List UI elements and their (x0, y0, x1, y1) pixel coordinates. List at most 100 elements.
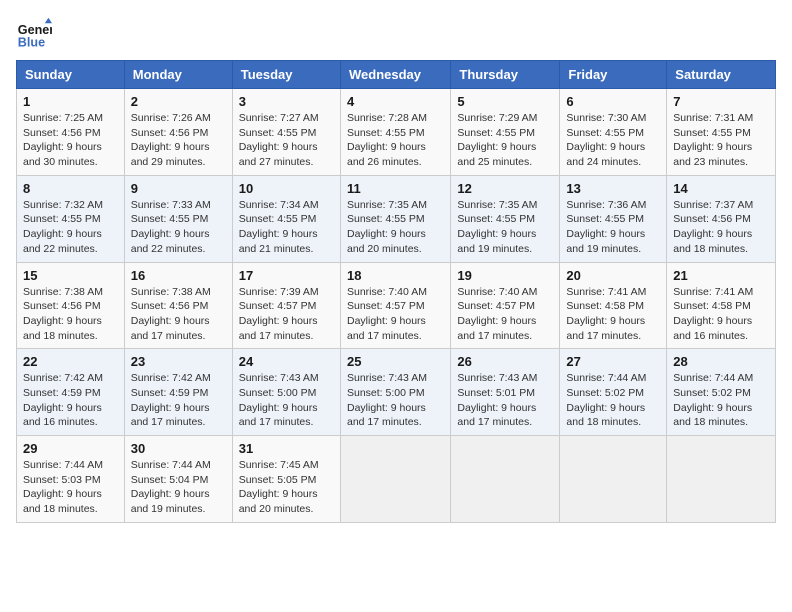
calendar-cell (340, 436, 450, 523)
day-info: Sunrise: 7:28 AMSunset: 4:55 PMDaylight:… (347, 111, 444, 170)
calendar-cell: 17 Sunrise: 7:39 AMSunset: 4:57 PMDaylig… (232, 262, 340, 349)
day-info: Sunrise: 7:40 AMSunset: 4:57 PMDaylight:… (457, 285, 553, 344)
calendar-cell: 13 Sunrise: 7:36 AMSunset: 4:55 PMDaylig… (560, 175, 667, 262)
day-number: 26 (457, 354, 553, 369)
day-number: 18 (347, 268, 444, 283)
calendar-cell: 1 Sunrise: 7:25 AMSunset: 4:56 PMDayligh… (17, 89, 125, 176)
calendar-cell: 5 Sunrise: 7:29 AMSunset: 4:55 PMDayligh… (451, 89, 560, 176)
day-number: 9 (131, 181, 226, 196)
day-number: 21 (673, 268, 769, 283)
day-number: 23 (131, 354, 226, 369)
svg-text:Blue: Blue (18, 36, 45, 50)
day-info: Sunrise: 7:25 AMSunset: 4:56 PMDaylight:… (23, 111, 118, 170)
day-number: 20 (566, 268, 660, 283)
day-info: Sunrise: 7:44 AMSunset: 5:02 PMDaylight:… (673, 371, 769, 430)
calendar-cell: 11 Sunrise: 7:35 AMSunset: 4:55 PMDaylig… (340, 175, 450, 262)
day-info: Sunrise: 7:45 AMSunset: 5:05 PMDaylight:… (239, 458, 334, 517)
calendar-cell: 30 Sunrise: 7:44 AMSunset: 5:04 PMDaylig… (124, 436, 232, 523)
calendar-table: SundayMondayTuesdayWednesdayThursdayFrid… (16, 60, 776, 523)
day-number: 14 (673, 181, 769, 196)
day-number: 17 (239, 268, 334, 283)
calendar-cell: 7 Sunrise: 7:31 AMSunset: 4:55 PMDayligh… (667, 89, 776, 176)
day-number: 28 (673, 354, 769, 369)
weekday-header-friday: Friday (560, 61, 667, 89)
calendar-cell: 25 Sunrise: 7:43 AMSunset: 5:00 PMDaylig… (340, 349, 450, 436)
day-info: Sunrise: 7:26 AMSunset: 4:56 PMDaylight:… (131, 111, 226, 170)
weekday-header-monday: Monday (124, 61, 232, 89)
day-info: Sunrise: 7:43 AMSunset: 5:00 PMDaylight:… (239, 371, 334, 430)
calendar-cell: 16 Sunrise: 7:38 AMSunset: 4:56 PMDaylig… (124, 262, 232, 349)
day-info: Sunrise: 7:29 AMSunset: 4:55 PMDaylight:… (457, 111, 553, 170)
day-info: Sunrise: 7:30 AMSunset: 4:55 PMDaylight:… (566, 111, 660, 170)
day-number: 31 (239, 441, 334, 456)
calendar-cell (451, 436, 560, 523)
day-info: Sunrise: 7:40 AMSunset: 4:57 PMDaylight:… (347, 285, 444, 344)
calendar-cell: 23 Sunrise: 7:42 AMSunset: 4:59 PMDaylig… (124, 349, 232, 436)
calendar-cell: 8 Sunrise: 7:32 AMSunset: 4:55 PMDayligh… (17, 175, 125, 262)
weekday-header-wednesday: Wednesday (340, 61, 450, 89)
day-info: Sunrise: 7:44 AMSunset: 5:02 PMDaylight:… (566, 371, 660, 430)
day-info: Sunrise: 7:42 AMSunset: 4:59 PMDaylight:… (131, 371, 226, 430)
day-number: 29 (23, 441, 118, 456)
day-info: Sunrise: 7:31 AMSunset: 4:55 PMDaylight:… (673, 111, 769, 170)
day-number: 13 (566, 181, 660, 196)
weekday-header-thursday: Thursday (451, 61, 560, 89)
calendar-cell: 9 Sunrise: 7:33 AMSunset: 4:55 PMDayligh… (124, 175, 232, 262)
calendar-cell (560, 436, 667, 523)
calendar-cell: 3 Sunrise: 7:27 AMSunset: 4:55 PMDayligh… (232, 89, 340, 176)
day-info: Sunrise: 7:41 AMSunset: 4:58 PMDaylight:… (673, 285, 769, 344)
calendar-cell (667, 436, 776, 523)
calendar-cell: 31 Sunrise: 7:45 AMSunset: 5:05 PMDaylig… (232, 436, 340, 523)
day-number: 11 (347, 181, 444, 196)
day-number: 25 (347, 354, 444, 369)
day-info: Sunrise: 7:38 AMSunset: 4:56 PMDaylight:… (23, 285, 118, 344)
day-number: 5 (457, 94, 553, 109)
calendar-cell: 24 Sunrise: 7:43 AMSunset: 5:00 PMDaylig… (232, 349, 340, 436)
day-number: 19 (457, 268, 553, 283)
calendar-cell: 21 Sunrise: 7:41 AMSunset: 4:58 PMDaylig… (667, 262, 776, 349)
day-number: 27 (566, 354, 660, 369)
day-info: Sunrise: 7:37 AMSunset: 4:56 PMDaylight:… (673, 198, 769, 257)
logo-icon: General Blue (16, 16, 52, 52)
day-number: 6 (566, 94, 660, 109)
calendar-cell: 29 Sunrise: 7:44 AMSunset: 5:03 PMDaylig… (17, 436, 125, 523)
calendar-cell: 14 Sunrise: 7:37 AMSunset: 4:56 PMDaylig… (667, 175, 776, 262)
day-info: Sunrise: 7:35 AMSunset: 4:55 PMDaylight:… (457, 198, 553, 257)
calendar-cell: 4 Sunrise: 7:28 AMSunset: 4:55 PMDayligh… (340, 89, 450, 176)
calendar-cell: 15 Sunrise: 7:38 AMSunset: 4:56 PMDaylig… (17, 262, 125, 349)
day-info: Sunrise: 7:44 AMSunset: 5:03 PMDaylight:… (23, 458, 118, 517)
day-info: Sunrise: 7:41 AMSunset: 4:58 PMDaylight:… (566, 285, 660, 344)
day-info: Sunrise: 7:42 AMSunset: 4:59 PMDaylight:… (23, 371, 118, 430)
day-number: 8 (23, 181, 118, 196)
calendar-cell: 6 Sunrise: 7:30 AMSunset: 4:55 PMDayligh… (560, 89, 667, 176)
calendar-cell: 28 Sunrise: 7:44 AMSunset: 5:02 PMDaylig… (667, 349, 776, 436)
day-info: Sunrise: 7:32 AMSunset: 4:55 PMDaylight:… (23, 198, 118, 257)
day-number: 15 (23, 268, 118, 283)
day-number: 24 (239, 354, 334, 369)
day-info: Sunrise: 7:39 AMSunset: 4:57 PMDaylight:… (239, 285, 334, 344)
calendar-cell: 2 Sunrise: 7:26 AMSunset: 4:56 PMDayligh… (124, 89, 232, 176)
day-info: Sunrise: 7:35 AMSunset: 4:55 PMDaylight:… (347, 198, 444, 257)
calendar-cell: 27 Sunrise: 7:44 AMSunset: 5:02 PMDaylig… (560, 349, 667, 436)
day-number: 1 (23, 94, 118, 109)
day-info: Sunrise: 7:43 AMSunset: 5:00 PMDaylight:… (347, 371, 444, 430)
day-number: 10 (239, 181, 334, 196)
day-info: Sunrise: 7:43 AMSunset: 5:01 PMDaylight:… (457, 371, 553, 430)
calendar-cell: 26 Sunrise: 7:43 AMSunset: 5:01 PMDaylig… (451, 349, 560, 436)
day-info: Sunrise: 7:38 AMSunset: 4:56 PMDaylight:… (131, 285, 226, 344)
weekday-header-tuesday: Tuesday (232, 61, 340, 89)
calendar-cell: 18 Sunrise: 7:40 AMSunset: 4:57 PMDaylig… (340, 262, 450, 349)
calendar-cell: 22 Sunrise: 7:42 AMSunset: 4:59 PMDaylig… (17, 349, 125, 436)
day-number: 30 (131, 441, 226, 456)
day-info: Sunrise: 7:27 AMSunset: 4:55 PMDaylight:… (239, 111, 334, 170)
calendar-cell: 19 Sunrise: 7:40 AMSunset: 4:57 PMDaylig… (451, 262, 560, 349)
calendar-cell: 20 Sunrise: 7:41 AMSunset: 4:58 PMDaylig… (560, 262, 667, 349)
weekday-header-sunday: Sunday (17, 61, 125, 89)
calendar-cell: 12 Sunrise: 7:35 AMSunset: 4:55 PMDaylig… (451, 175, 560, 262)
day-info: Sunrise: 7:34 AMSunset: 4:55 PMDaylight:… (239, 198, 334, 257)
day-number: 22 (23, 354, 118, 369)
day-info: Sunrise: 7:33 AMSunset: 4:55 PMDaylight:… (131, 198, 226, 257)
calendar-cell: 10 Sunrise: 7:34 AMSunset: 4:55 PMDaylig… (232, 175, 340, 262)
weekday-header-saturday: Saturday (667, 61, 776, 89)
day-number: 2 (131, 94, 226, 109)
